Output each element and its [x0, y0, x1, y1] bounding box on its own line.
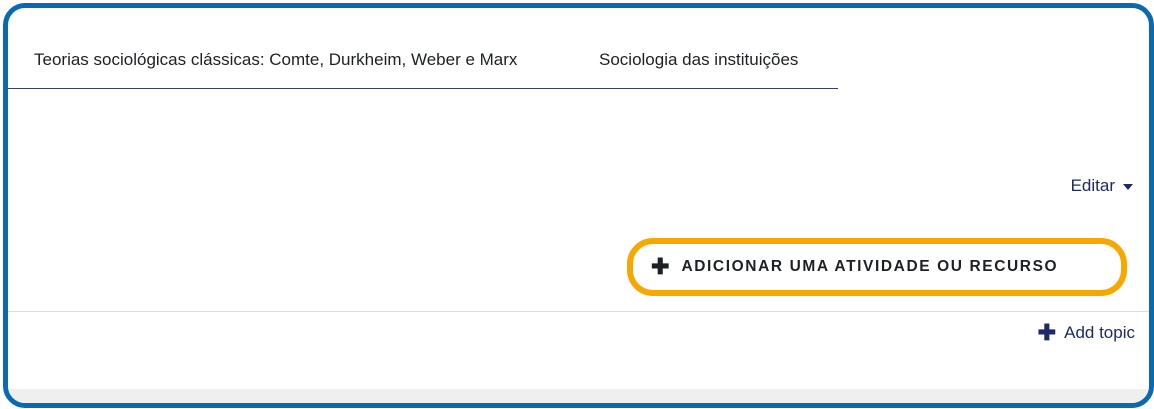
footer-band: [8, 389, 1149, 403]
add-topic-link[interactable]: ✚ Add topic: [1038, 322, 1135, 344]
tab-sociologia-instituicoes[interactable]: Sociologia das instituições: [599, 50, 798, 70]
course-panel: Teorias sociológicas clássicas: Comte, D…: [3, 3, 1154, 408]
section-tabs: Teorias sociológicas clássicas: Comte, D…: [8, 8, 838, 89]
section-divider: [8, 311, 1149, 312]
plus-icon: ✚: [651, 254, 670, 279]
add-activity-label: ADICIONAR UMA ATIVIDADE OU RECURSO: [681, 258, 1059, 275]
tab-teorias-sociologicas[interactable]: Teorias sociológicas clássicas: Comte, D…: [34, 50, 517, 70]
plus-icon: ✚: [1037, 320, 1057, 345]
edit-dropdown[interactable]: Editar: [1071, 176, 1133, 196]
edit-label: Editar: [1070, 176, 1115, 195]
caret-down-icon: [1123, 184, 1133, 190]
add-topic-label: Add topic: [1064, 323, 1135, 342]
add-activity-button[interactable]: ✚ ADICIONAR UMA ATIVIDADE OU RECURSO: [627, 238, 1127, 296]
